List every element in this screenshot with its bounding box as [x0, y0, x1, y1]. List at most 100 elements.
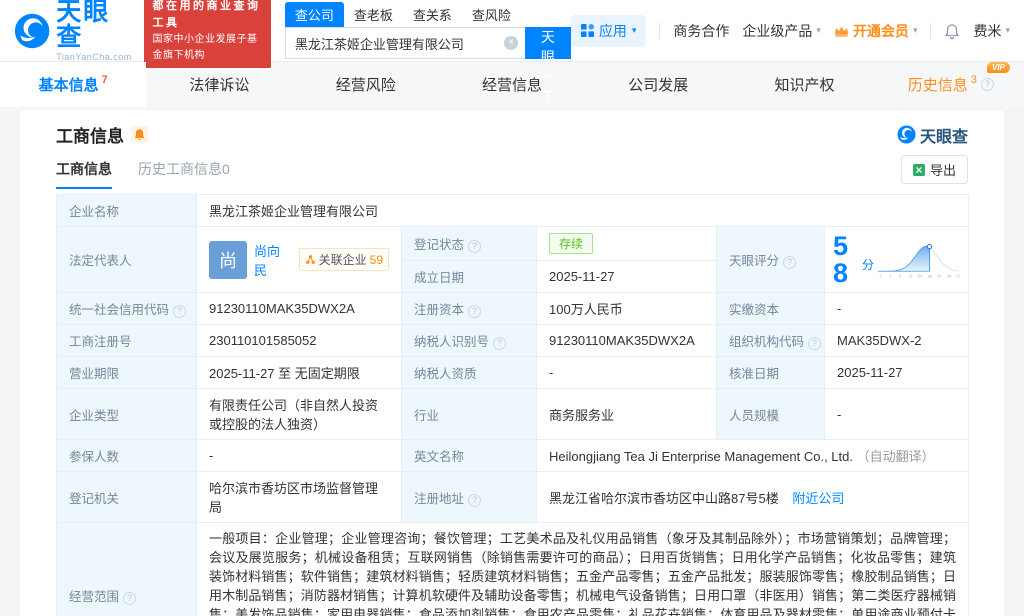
- search-tab-boss[interactable]: 查老板: [344, 2, 403, 27]
- notifications-button[interactable]: [944, 23, 960, 39]
- subtab-business-info[interactable]: 工商信息: [56, 159, 112, 189]
- search-tab-relation[interactable]: 查关系: [403, 2, 462, 27]
- related-companies-badge[interactable]: 关联企业 59: [299, 248, 389, 271]
- tab-basic-info[interactable]: 基本信息7: [0, 62, 146, 107]
- address-label: 注册地址: [414, 492, 464, 506]
- auto-translate-note: （自动翻译）: [857, 449, 935, 464]
- company-name: 黑龙江茶姬企业管理有限公司: [209, 204, 378, 219]
- svg-text:50: 50: [918, 274, 922, 278]
- table-row: 统一社会信用代码? 91230110MAK35DWX2A 注册资本? 100万人…: [57, 293, 969, 325]
- reg-capital-label: 注册资本: [414, 303, 464, 317]
- help-icon: ?: [173, 305, 186, 318]
- industry-label: 行业: [414, 409, 439, 423]
- tab-label: 经营信息: [482, 74, 542, 95]
- apps-grid-icon: [581, 24, 594, 37]
- help-icon: ?: [468, 240, 481, 253]
- nearby-companies-link[interactable]: 附近公司: [792, 491, 844, 506]
- bell-icon: [944, 23, 960, 39]
- paid-capital-label: 实缴资本: [729, 303, 779, 317]
- taxpayer-qual-label: 纳税人资质: [414, 367, 477, 381]
- tianyancha-watermark-icon: [897, 125, 916, 144]
- reg-number: 230110101585052: [209, 333, 317, 348]
- chevron-down-icon: ▾: [913, 25, 918, 36]
- paid-capital: -: [837, 301, 841, 316]
- svg-text:97: 97: [938, 274, 942, 278]
- svg-text:11: 11: [909, 274, 913, 278]
- apps-menu[interactable]: 应用 ▾: [571, 15, 647, 47]
- reg-capital: 100万人民币: [549, 302, 623, 317]
- status-badge: 存续: [549, 233, 593, 254]
- global-search: 查公司查老板查关系查风险 × 天眼一下: [285, 2, 571, 59]
- tianyan-score: 58: [833, 233, 858, 287]
- search-tab-company[interactable]: 查公司: [285, 2, 344, 27]
- credit-code-label: 统一社会信用代码: [69, 303, 169, 317]
- tab-history-info[interactable]: 历史信息3?VIP: [878, 62, 1024, 107]
- tianyancha-logo[interactable]: 天眼查 TianYanCha.com: [14, 0, 134, 62]
- table-row: 工商注册号 230110101585052 纳税人识别号? 91230110MA…: [57, 325, 969, 357]
- help-icon: ?: [468, 494, 481, 507]
- username: 费米: [973, 21, 1001, 41]
- subtab-history-business-info[interactable]: 历史工商信息0: [138, 159, 230, 189]
- svg-text:0: 0: [880, 274, 882, 278]
- tab-company-development[interactable]: 公司发展: [585, 62, 731, 107]
- related-companies-label: 关联企业: [319, 251, 367, 268]
- tab-intellectual-property[interactable]: 知识产权: [731, 62, 877, 107]
- top-header: 天眼查 TianYanCha.com 都在用的商业查询工具 国家中小企业发展子基…: [0, 0, 1024, 62]
- chevron-down-icon: ▾: [632, 25, 637, 36]
- svg-text:1: 1: [889, 274, 891, 278]
- vip-badge: VIP: [987, 62, 1010, 73]
- tianyancha-logo-icon: [14, 12, 50, 50]
- tab-business-risk[interactable]: 经营风险: [293, 62, 439, 107]
- search-type-tabs: 查公司查老板查关系查风险: [285, 2, 571, 27]
- clear-search-icon[interactable]: ×: [504, 36, 518, 50]
- monitor-bell-icon[interactable]: [131, 126, 148, 143]
- business-term: 2025-11-27 至 无固定期限: [209, 366, 360, 381]
- enterprise-label: 企业级产品: [742, 21, 812, 41]
- company-type-label: 企业类型: [69, 409, 119, 423]
- brand-name: 天眼查: [56, 0, 133, 50]
- table-row: 企业名称 黑龙江茶姬企业管理有限公司: [57, 195, 969, 227]
- company-section-tabs: 基本信息7法律诉讼经营风险经营信息公司发展知识产权历史信息3?VIP: [0, 62, 1024, 107]
- brand-domain: TianYanCha.com: [56, 53, 133, 62]
- english-name-label: 英文名称: [414, 450, 464, 464]
- tab-legal-proceedings[interactable]: 法律诉讼: [146, 62, 292, 107]
- help-icon: ?: [981, 78, 994, 91]
- search-tab-risk[interactable]: 查风险: [462, 2, 521, 27]
- reg-authority: 哈尔滨市香坊区市场监督管理局: [209, 481, 378, 515]
- business-info-table: 企业名称 黑龙江茶姬企业管理有限公司 法定代表人 尚 尚向民 关联企业 59: [56, 194, 969, 616]
- apps-label: 应用: [599, 21, 627, 41]
- export-button[interactable]: 导出: [901, 155, 968, 184]
- insured-label: 参保人数: [69, 450, 119, 464]
- chevron-down-icon: ▾: [816, 25, 821, 36]
- english-name: Heilongjiang Tea Ji Enterprise Managemen…: [549, 449, 853, 464]
- crown-icon: [834, 25, 849, 37]
- table-row: 经营范围? 一般项目：企业管理；企业管理咨询；餐饮管理；工艺美术品及礼仪用品销售…: [57, 523, 969, 616]
- taxpayer-id-label: 纳税人识别号: [414, 335, 489, 349]
- reg-address: 黑龙江省哈尔滨市香坊区中山路87号5楼: [549, 491, 779, 506]
- reg-status-label: 登记状态: [414, 238, 464, 252]
- excel-export-icon: [913, 164, 925, 176]
- tab-label: 公司发展: [628, 74, 688, 95]
- legal-rep-label: 法定代表人: [69, 254, 132, 268]
- reg-number-label: 工商注册号: [69, 335, 132, 349]
- top-nav: 应用 ▾ 商务合作 企业级产品 ▾ 开通会员 ▾ 费米 ▾: [571, 15, 1010, 47]
- taxpayer-qual: -: [549, 365, 553, 380]
- subtab-row: 工商信息 历史工商信息0 导出: [56, 155, 968, 189]
- nav-open-vip[interactable]: 开通会员 ▾: [834, 21, 918, 41]
- related-companies-count: 59: [370, 253, 383, 267]
- table-row: 参保人数 - 英文名称 Heilongjiang Tea Ji Enterpri…: [57, 440, 969, 472]
- nav-enterprise-products[interactable]: 企业级产品 ▾: [742, 21, 821, 41]
- user-menu[interactable]: 费米 ▾: [973, 21, 1010, 41]
- credit-code: 91230110MAK35DWX2A: [209, 301, 355, 316]
- search-input[interactable]: [285, 27, 525, 59]
- help-icon: ?: [123, 592, 136, 605]
- open-vip-label: 开通会员: [853, 21, 909, 41]
- search-button[interactable]: 天眼一下: [525, 27, 571, 59]
- est-date-label: 成立日期: [414, 271, 464, 285]
- nav-business-cooperation[interactable]: 商务合作: [673, 21, 729, 41]
- staff-size: -: [837, 407, 841, 422]
- legal-rep-link[interactable]: 尚向民: [254, 241, 292, 279]
- promo-banner-line2: 国家中小企业发展子基金旗下机构: [153, 32, 262, 63]
- tab-business-info[interactable]: 经营信息: [439, 62, 585, 107]
- taxpayer-id: 91230110MAK35DWX2A: [549, 333, 695, 348]
